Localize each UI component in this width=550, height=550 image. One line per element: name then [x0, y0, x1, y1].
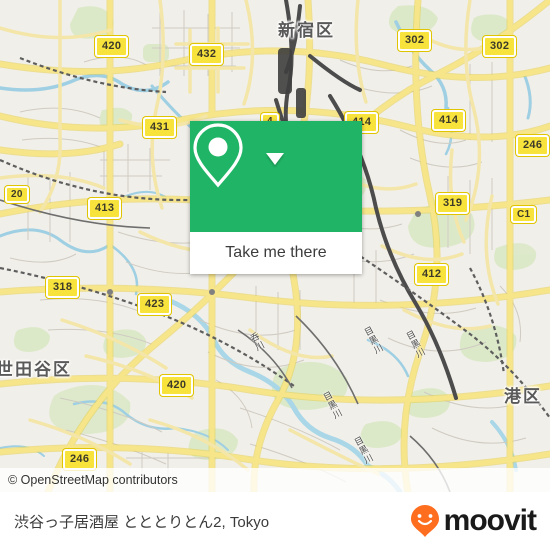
map-canvas[interactable]: 420432302302431441441424620413319C131842…	[0, 0, 550, 492]
attribution-text[interactable]: © OpenStreetMap contributors	[0, 473, 178, 487]
road-shield: 318	[46, 277, 80, 298]
district-label: 新宿区	[278, 21, 335, 40]
moovit-pin-icon	[410, 505, 439, 537]
road-shield: 413	[88, 198, 122, 219]
place-popup-card[interactable]: Take me there	[190, 121, 362, 274]
take-me-there-button[interactable]: Take me there	[190, 232, 362, 274]
popup-pin-area	[190, 121, 362, 232]
road-shield: 246	[63, 449, 97, 470]
take-me-there-label: Take me there	[225, 244, 327, 261]
moovit-map-screenshot: 420432302302431441441424620413319C131842…	[0, 0, 550, 550]
road-shield: 246	[516, 135, 550, 156]
map-attribution-bar: © OpenStreetMap contributors	[0, 468, 550, 492]
road-shield: 423	[138, 294, 172, 315]
moovit-wordmark: moovit	[443, 504, 537, 537]
bottom-info-bar: 渋谷っ子居酒屋 とととりとん2, Tokyo moovit	[0, 492, 550, 550]
road-shield: 302	[483, 36, 517, 57]
map-pin-icon	[193, 123, 243, 188]
road-shield: 20	[5, 186, 29, 203]
road-shield: 420	[95, 36, 129, 57]
road-shield: 302	[398, 30, 432, 51]
district-label: 港区	[504, 387, 542, 406]
road-shield: C1	[511, 206, 537, 223]
road-shield: 319	[436, 193, 470, 214]
place-title: 渋谷っ子居酒屋 とととりとん2, Tokyo	[14, 513, 270, 531]
road-shield: 420	[160, 375, 194, 396]
road-shield: 432	[190, 44, 224, 65]
road-shield: 431	[143, 117, 177, 138]
road-shield: 414	[432, 110, 466, 131]
popup-pointer	[266, 153, 284, 165]
road-shield: 412	[415, 264, 449, 285]
moovit-logo[interactable]: moovit	[409, 504, 537, 538]
district-label: 世田谷区	[0, 360, 72, 379]
